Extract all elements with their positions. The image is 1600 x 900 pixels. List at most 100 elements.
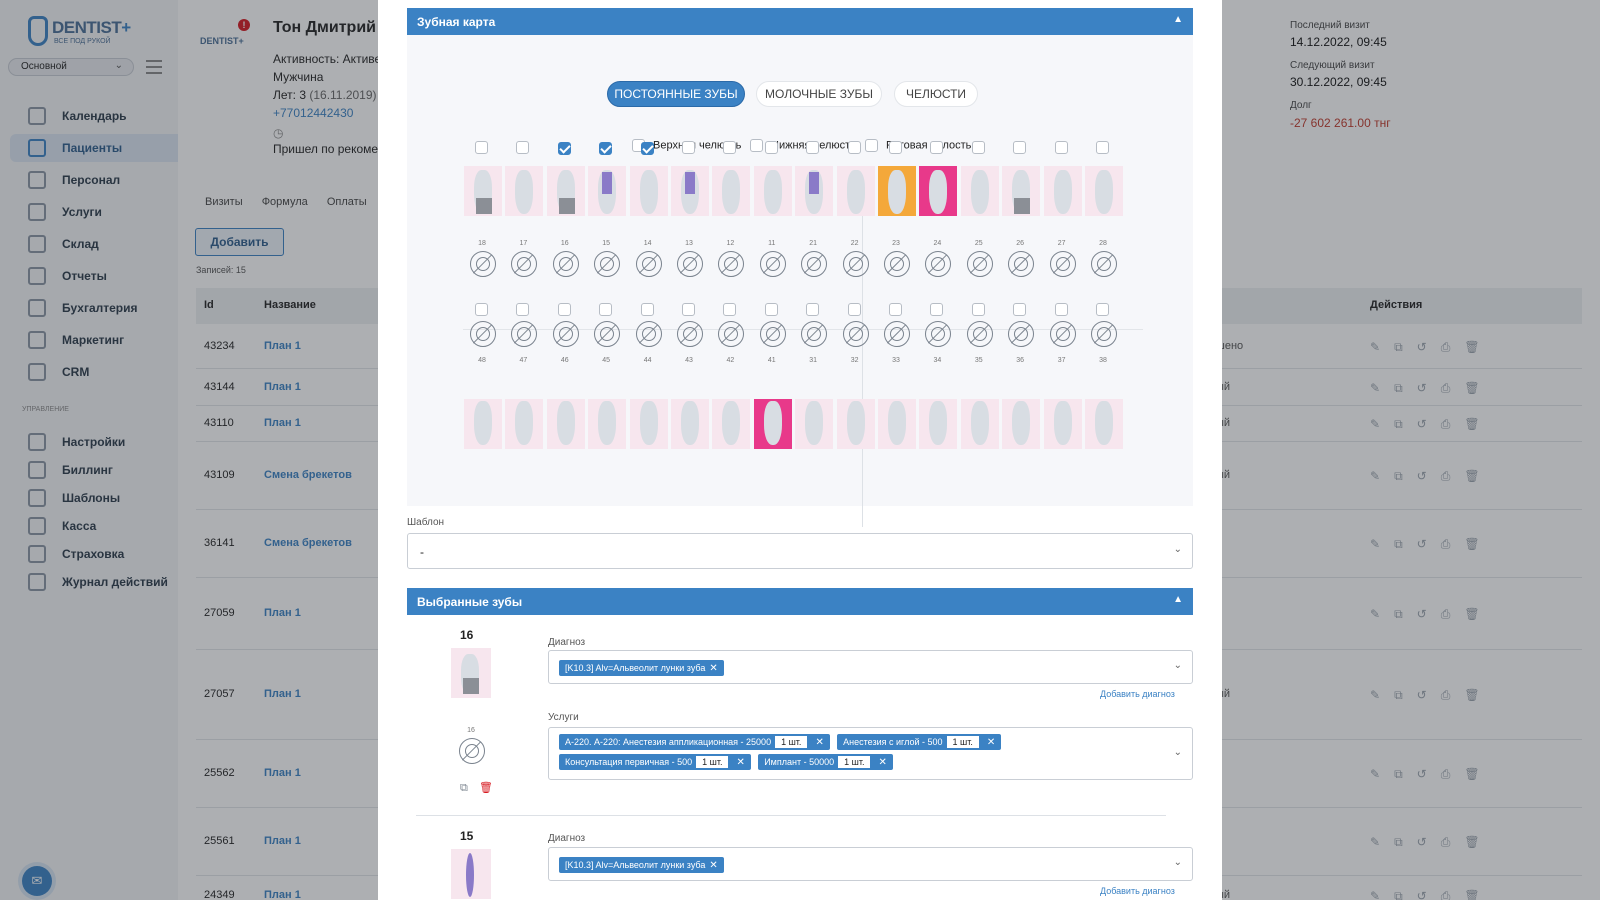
tooth-surface-icon[interactable]	[925, 321, 952, 347]
tooth-16[interactable]: 16	[545, 141, 585, 277]
tooth-image[interactable]	[1002, 166, 1041, 216]
tooth-checkbox[interactable]	[889, 141, 902, 154]
tooth-surface-icon[interactable]	[759, 321, 786, 347]
add-diagnosis-link[interactable]: Добавить диагноз	[1100, 886, 1175, 896]
tooth-surface-icon[interactable]	[1091, 251, 1117, 277]
tooth-checkbox[interactable]	[930, 303, 944, 316]
trash-icon[interactable]: 🗑	[479, 781, 493, 794]
tooth-surface-icon[interactable]	[635, 251, 662, 277]
tooth-checkbox[interactable]	[557, 303, 571, 316]
close-icon[interactable]: ✕	[878, 757, 886, 768]
diagnosis-select[interactable]: [K10.3] Alv=Альвеолит лунки зуба ✕ ⌄	[548, 847, 1193, 881]
tooth-image[interactable]	[505, 166, 544, 216]
diagnosis-select[interactable]: [K10.3] Alv=Альвеолит лунки зуба ✕ ⌄	[548, 650, 1193, 684]
tooth-surface-icon[interactable]	[1008, 251, 1035, 277]
tooth-checkbox[interactable]	[889, 303, 902, 316]
tooth-image[interactable]	[919, 399, 958, 449]
checkbox[interactable]	[750, 139, 763, 152]
tooth-image[interactable]	[960, 166, 999, 216]
service-chip[interactable]: Анестезия с иглой - 500 1 шт. ✕	[837, 734, 1002, 750]
tooth-surface-icon[interactable]	[966, 251, 993, 277]
collapse-icon[interactable]: ▲	[1173, 14, 1183, 25]
tooth-checkbox[interactable]	[723, 141, 737, 154]
tooth-checkbox[interactable]	[557, 142, 571, 156]
tooth-14[interactable]: 14	[628, 141, 668, 277]
tooth-image[interactable]	[629, 399, 668, 449]
diagnosis-chip[interactable]: [K10.3] Alv=Альвеолит лунки зуба ✕	[559, 660, 724, 676]
close-icon[interactable]: ✕	[709, 663, 717, 674]
tooth-surface-icon[interactable]	[925, 251, 952, 277]
mouth-option[interactable]: Ротовая полость	[865, 139, 971, 152]
tooth-image[interactable]	[753, 166, 792, 216]
tooth-image[interactable]	[1002, 399, 1041, 449]
tooth-image[interactable]	[1085, 166, 1123, 216]
copy-icon[interactable]: ⧉	[460, 782, 468, 795]
selected-panel-header[interactable]: Выбранные зубы ▲	[407, 588, 1193, 615]
tooth-checkbox[interactable]	[1054, 303, 1068, 316]
close-icon[interactable]: ✕	[987, 737, 995, 748]
tooth-checkbox[interactable]	[1054, 141, 1068, 154]
tooth-surface-icon[interactable]	[511, 321, 538, 347]
tooth-surface-icon[interactable]	[470, 321, 496, 347]
tooth-checkbox[interactable]	[930, 141, 944, 154]
tooth-image[interactable]	[588, 166, 627, 216]
tooth-surface-icon[interactable]	[842, 251, 869, 277]
tooth-checkbox[interactable]	[599, 303, 613, 316]
diagnosis-chip[interactable]: [K10.3] Alv=Альвеолит лунки зуба ✕	[559, 857, 724, 873]
tooth-surface-icon[interactable]	[801, 321, 828, 347]
tooth-surface-icon[interactable]	[552, 321, 579, 347]
tooth-15[interactable]: 15	[586, 141, 627, 277]
tooth-surface-icon[interactable]	[511, 251, 538, 277]
tooth-image[interactable]	[546, 399, 585, 449]
qty-input[interactable]: 1 шт.	[775, 736, 808, 748]
tooth-surface-icon[interactable]	[677, 251, 703, 277]
tooth-checkbox[interactable]	[847, 141, 861, 154]
tooth-checkbox[interactable]	[971, 303, 985, 316]
tooth-image[interactable]	[919, 166, 958, 216]
tooth-surface-icon[interactable]	[1049, 321, 1076, 347]
tooth-image[interactable]	[1043, 166, 1082, 216]
tooth-surface-icon[interactable]	[759, 251, 786, 277]
tooth-image[interactable]	[878, 166, 916, 216]
tooth-checkbox[interactable]	[723, 303, 737, 316]
tooth-surface-icon[interactable]	[459, 738, 485, 764]
tooth-checkbox[interactable]	[475, 303, 488, 316]
chart-panel-header[interactable]: Зубная карта ▲	[407, 8, 1193, 35]
tooth-image[interactable]	[1043, 399, 1082, 449]
tooth-surface-icon[interactable]	[1008, 321, 1035, 347]
tooth-surface-icon[interactable]	[470, 251, 496, 277]
tooth-image[interactable]	[546, 166, 585, 216]
tooth-checkbox[interactable]	[640, 142, 654, 156]
add-diagnosis-link[interactable]: Добавить диагноз	[1100, 689, 1175, 699]
tooth-checkbox[interactable]	[806, 141, 820, 154]
tooth-image[interactable]	[753, 399, 792, 449]
checkbox[interactable]	[865, 139, 878, 152]
tab-permanent-teeth[interactable]: ПОСТОЯННЫЕ ЗУБЫ	[607, 81, 745, 107]
tooth-surface-icon[interactable]	[552, 251, 579, 277]
close-icon[interactable]: ✕	[815, 737, 823, 748]
tooth-surface-icon[interactable]	[594, 321, 621, 347]
tooth-checkbox[interactable]	[971, 141, 985, 154]
tooth-image[interactable]	[960, 399, 999, 449]
service-chip[interactable]: Имплант - 50000 1 шт. ✕	[758, 754, 893, 770]
qty-input[interactable]: 1 шт.	[838, 756, 871, 768]
tooth-surface-icon[interactable]	[594, 251, 621, 277]
tooth-image[interactable]	[795, 166, 834, 216]
qty-input[interactable]: 1 шт.	[946, 736, 979, 748]
tooth-image[interactable]	[671, 399, 709, 449]
tooth-image[interactable]	[464, 166, 502, 216]
tooth-surface-icon[interactable]	[884, 321, 910, 347]
tooth-checkbox[interactable]	[1096, 303, 1109, 316]
tooth-surface-icon[interactable]	[966, 321, 993, 347]
tooth-image[interactable]	[671, 166, 709, 216]
tooth-checkbox[interactable]	[682, 303, 695, 316]
tooth-image[interactable]	[1085, 399, 1123, 449]
tooth-surface-icon[interactable]	[635, 321, 662, 347]
tooth-surface-icon[interactable]	[718, 251, 745, 277]
tab-jaws[interactable]: ЧЕЛЮСТИ	[894, 81, 978, 107]
tooth-checkbox[interactable]	[516, 141, 530, 154]
tooth-image[interactable]	[505, 399, 544, 449]
tooth-checkbox[interactable]	[847, 303, 861, 316]
tooth-surface-icon[interactable]	[677, 321, 703, 347]
tooth-image[interactable]	[836, 166, 875, 216]
